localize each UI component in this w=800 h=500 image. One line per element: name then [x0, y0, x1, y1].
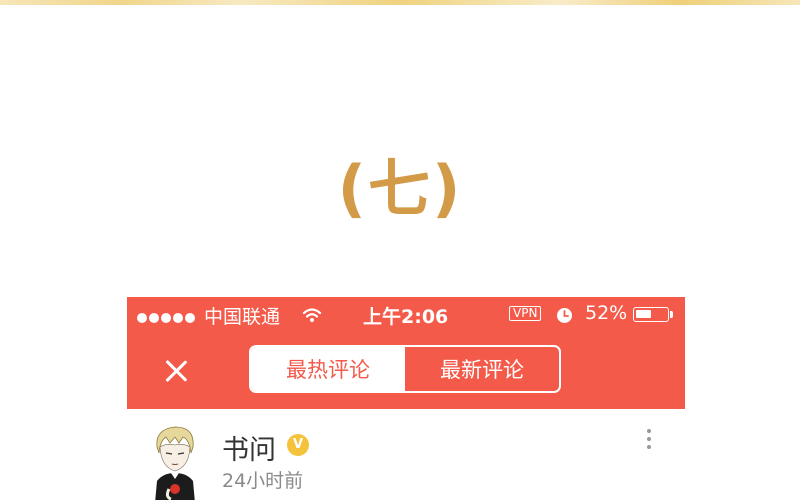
battery-icon — [633, 307, 669, 322]
alarm-icon — [557, 308, 572, 323]
top-image-strip — [0, 0, 800, 5]
comments-header: 中国联通 上午2:06 VPN 52% 最热评论 最新评论 — [127, 297, 685, 409]
clock: 上午2:06 — [363, 306, 449, 328]
carrier-name: 中国联通 — [204, 306, 281, 328]
battery-level-fill — [636, 310, 651, 318]
comment-username[interactable]: 书问 — [222, 428, 276, 467]
comment-sort-tabs: 最热评论 最新评论 — [249, 345, 561, 393]
status-bar: 中国联通 上午2:06 VPN 52% — [127, 297, 685, 333]
embedded-phone-screenshot: 中国联通 上午2:06 VPN 52% 最热评论 最新评论 书问 V 24小时前 — [127, 297, 685, 500]
avatar[interactable] — [149, 423, 201, 500]
vpn-badge: VPN — [509, 306, 542, 321]
tab-hot-comments[interactable]: 最热评论 — [251, 347, 405, 391]
more-vertical-icon[interactable] — [643, 429, 655, 455]
chapter-heading: (七) — [337, 152, 463, 225]
verified-badge: V — [287, 434, 309, 456]
page: (七) 中国联通 上午2:06 VPN 52% 最热评论 最新评论 书问 V 2… — [0, 0, 800, 500]
wifi-icon — [302, 308, 322, 322]
comment-item: 书问 V 24小时前 — [127, 409, 685, 500]
battery-nub — [670, 311, 673, 318]
tab-new-comments[interactable]: 最新评论 — [405, 347, 559, 391]
signal-strength-icon — [137, 306, 197, 323]
close-icon[interactable] — [162, 357, 190, 385]
battery-percentage: 52% — [585, 302, 628, 324]
comment-timestamp: 24小时前 — [222, 470, 304, 492]
